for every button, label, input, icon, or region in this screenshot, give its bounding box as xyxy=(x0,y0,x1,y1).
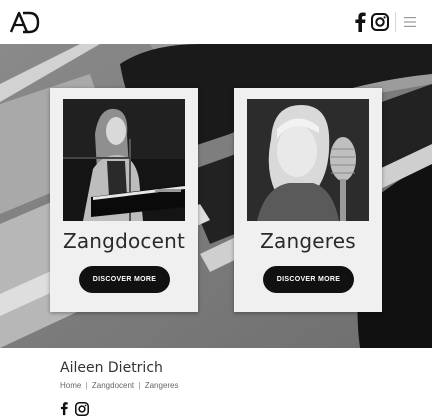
discover-more-button[interactable]: DISCOVER MORE xyxy=(263,266,354,293)
singer-at-keyboard-photo xyxy=(63,99,185,221)
footer-link-zangdocent[interactable]: Zangdocent xyxy=(92,381,134,390)
nav-separator: | xyxy=(85,381,88,390)
facebook-icon[interactable] xyxy=(60,401,68,416)
hero-section: Zangdocent DISCOVER MORE Zangeres DISCOV… xyxy=(0,44,432,348)
logo-mark xyxy=(10,11,40,34)
footer-nav: Home | Zangdocent | Zangeres xyxy=(60,381,179,390)
hamburger-menu-icon[interactable] xyxy=(402,14,418,30)
site-header xyxy=(0,0,432,44)
site-footer: Aileen Dietrich Home | Zangdocent | Zang… xyxy=(0,348,432,420)
footer-name: Aileen Dietrich xyxy=(60,360,163,376)
card-title: Zangeres xyxy=(260,229,356,253)
card-title: Zangdocent xyxy=(62,229,186,253)
discover-more-button[interactable]: DISCOVER MORE xyxy=(79,266,170,293)
instagram-icon[interactable] xyxy=(75,402,89,416)
service-card-zangeres: Zangeres DISCOVER MORE xyxy=(234,88,382,312)
footer-link-home[interactable]: Home xyxy=(60,381,81,390)
header-divider xyxy=(395,12,396,32)
nav-separator: | xyxy=(138,381,141,390)
instagram-icon[interactable] xyxy=(371,13,389,31)
facebook-icon[interactable] xyxy=(354,12,366,32)
singer-with-microphone-photo xyxy=(247,99,369,221)
service-card-zangdocent: Zangdocent DISCOVER MORE xyxy=(50,88,198,312)
logo[interactable] xyxy=(10,10,40,34)
footer-link-zangeres[interactable]: Zangeres xyxy=(145,381,179,390)
